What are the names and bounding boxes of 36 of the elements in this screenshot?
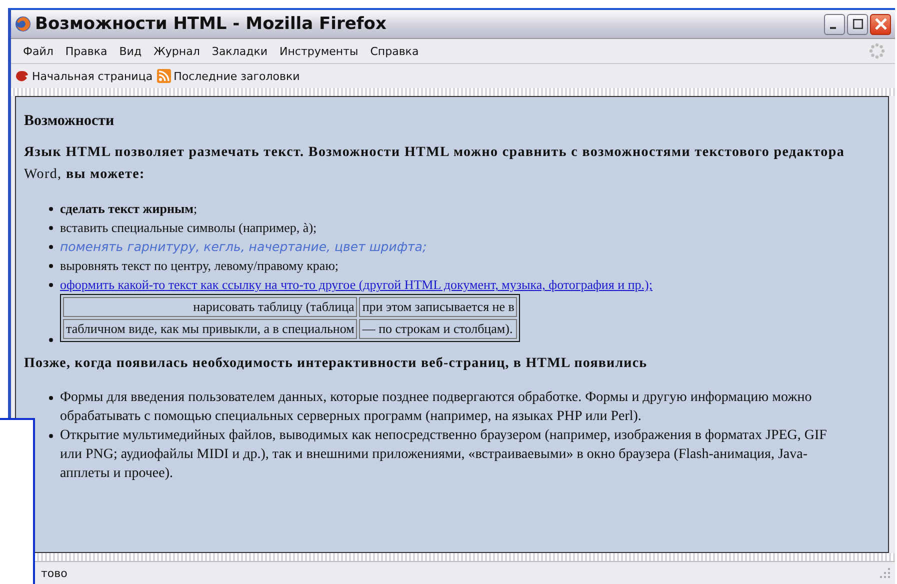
list-item: Формы для введения пользователем данных, которые позднее подвергаются обработке. Формы и другую информацию можно обрабатывать с помощью специальных серверных программ (например, на языках PHP или Perl). [60,390,812,424]
feed-icon [156,69,171,83]
menu-item[interactable]: Закладки [206,44,274,58]
table-cell: табличном виде, как мы привыкли, а в специальном [63,319,358,340]
firefox-logo-icon [15,16,31,32]
list-item: сделать текст жирным; [60,201,198,216]
menu-item[interactable]: Журнал [148,44,206,58]
list-item: выровнять текст по центру, левому/правому краю; [60,258,339,274]
list-item: поменять гарнитуру, кегль, начертание, цвет шрифта; [60,239,427,254]
close-button[interactable] [870,14,891,34]
menu-item[interactable]: Правка [59,44,114,58]
page-heading: Возможности [24,113,116,130]
dino-icon [15,69,29,83]
table-cell: — по строкам и столбцам). [359,319,518,340]
menu-item[interactable]: Инструменты [274,44,364,58]
menu-item[interactable]: Справка [364,44,425,58]
minimize-icon [830,27,836,29]
table-cell: при этом записывается не в [359,297,518,318]
resize-grip-icon [879,567,891,579]
close-icon [874,18,886,30]
bookmark-item[interactable]: Последние заголовки [156,69,300,83]
intro-paragraph: Язык HTML позволяет размечать текст. Возможности HTML можно сравнить с возможностями текстового редактора Word, вы можете: [24,144,846,184]
section-paragraph: Позже, когда появилась необходимость интерактивности веб-страниц, в HTML появились [24,356,648,372]
window-title: Возможности HTML - Mozilla Firefox [35,14,388,34]
bookmark-item[interactable]: Начальная страница [15,69,153,83]
throbber-icon [869,43,885,59]
menu-item[interactable]: Вид [113,44,148,58]
minimize-button[interactable] [824,14,845,34]
table-cell: нарисовать таблицу (таблица [63,297,358,318]
list-item: вставить специальные символы (например, à); [60,220,317,236]
maximize-button[interactable] [847,14,868,34]
maximize-icon [852,19,862,29]
list-item: Открытие мультимедийных файлов, выводимых как непосредственно браузером (например, изображения в форматах JPEG, GIF или PNG; аудиофайлы MIDI и др.), так и внешними приложениями, «встраиваевыми» в окно браузера (Flash-анимация, Java-апплеты и прочее). [60,428,827,482]
menu-item[interactable]: Файл [17,44,60,58]
link[interactable]: оформить какой-то текст как ссылку на что-то другое (другой HTML документ, музыка, фотография и пр.); [60,277,652,292]
status-text: тово [41,566,68,580]
